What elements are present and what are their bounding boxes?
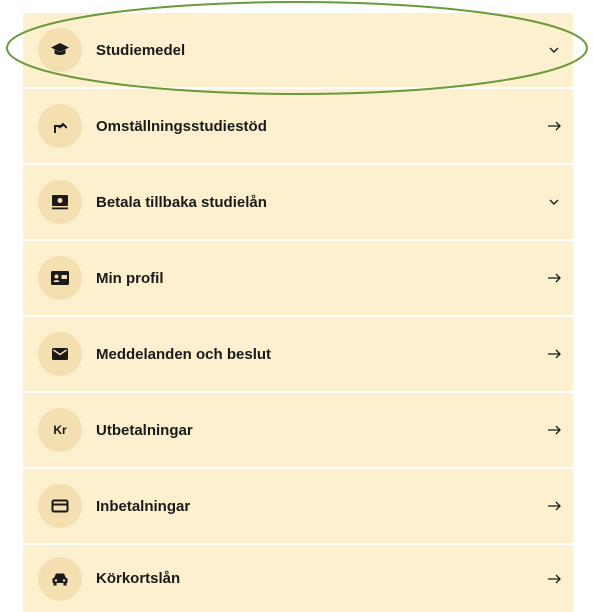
turn-up-arrow-icon xyxy=(38,104,82,148)
menu-item-studiemedel[interactable]: Studiemedel xyxy=(23,13,573,87)
menu-item-min-profil[interactable]: Min profil xyxy=(23,241,573,315)
arrow-right-icon[interactable] xyxy=(547,119,561,133)
menu-item-inbetalningar[interactable]: Inbetalningar xyxy=(23,469,573,543)
graduation-cap-icon xyxy=(38,28,82,72)
menu-item-label: Min profil xyxy=(96,269,164,287)
menu-item-label: Omställningsstudiestöd xyxy=(96,117,267,135)
menu-item-label: Utbetalningar xyxy=(96,421,193,439)
menu-item-label: Inbetalningar xyxy=(96,497,191,515)
menu-list: Studiemedel Omställningsstudiestöd Betal… xyxy=(23,13,573,612)
arrow-right-icon[interactable] xyxy=(547,572,561,586)
car-icon xyxy=(38,556,82,601)
menu-item-label: Betala tillbaka studielån xyxy=(96,193,267,211)
menu-item-label: Studiemedel xyxy=(96,41,186,59)
arrow-right-icon[interactable] xyxy=(547,271,561,285)
credit-card-icon xyxy=(38,484,82,528)
chevron-down-icon[interactable] xyxy=(547,195,561,209)
menu-item-utbetalningar[interactable]: Kr Utbetalningar xyxy=(23,393,573,467)
money-icon xyxy=(38,180,82,224)
arrow-right-icon[interactable] xyxy=(547,423,561,437)
menu-item-betala-tillbaka-studielan[interactable]: Betala tillbaka studielån xyxy=(23,165,573,239)
menu-item-label: Meddelanden och beslut xyxy=(96,345,272,363)
kronor-icon-text: Kr xyxy=(53,423,67,437)
arrow-right-icon[interactable] xyxy=(547,499,561,513)
menu-item-omstallningsstudiestod[interactable]: Omställningsstudiestöd xyxy=(23,89,573,163)
arrow-right-icon[interactable] xyxy=(547,347,561,361)
chevron-down-icon[interactable] xyxy=(547,43,561,57)
kronor-icon: Kr xyxy=(38,408,82,452)
menu-item-label: Körkortslån xyxy=(96,570,181,587)
menu-item-korkortslan[interactable]: Körkortslån xyxy=(23,545,573,612)
menu-item-meddelanden-och-beslut[interactable]: Meddelanden och beslut xyxy=(23,317,573,391)
id-card-icon xyxy=(38,256,82,300)
envelope-icon xyxy=(38,332,82,376)
